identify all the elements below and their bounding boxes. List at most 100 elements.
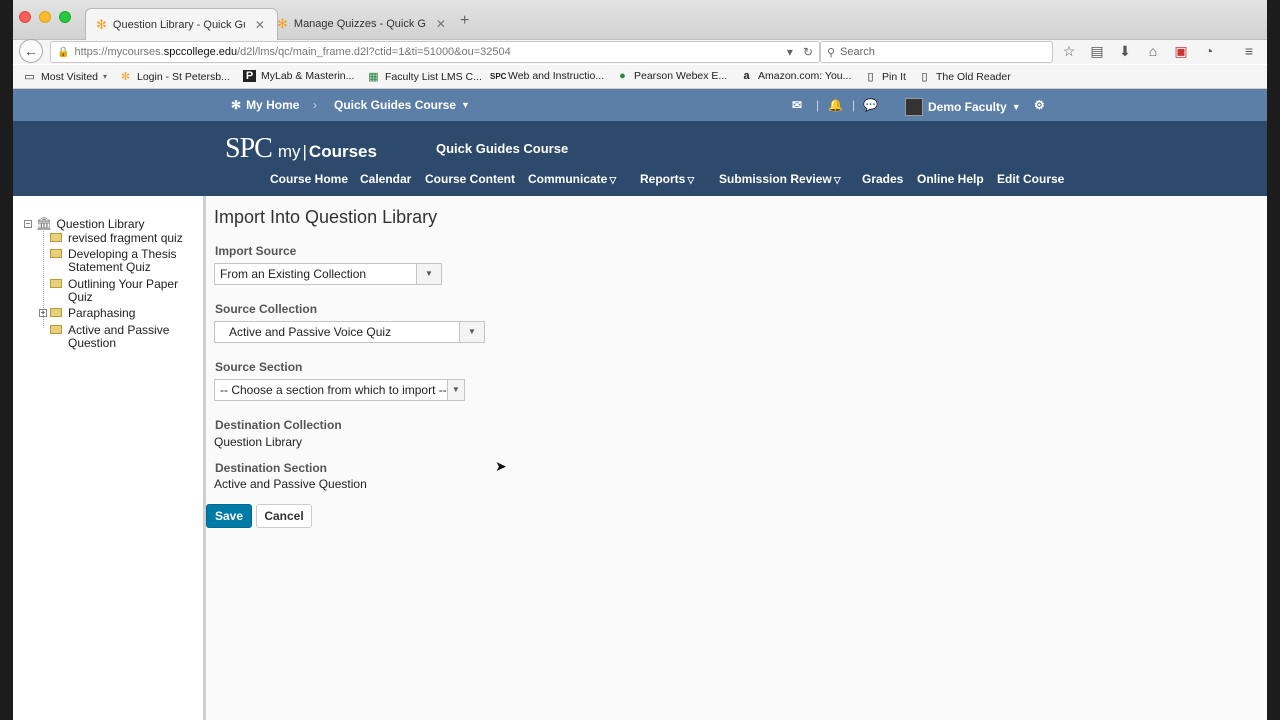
- zoom-window-button[interactable]: [59, 11, 71, 23]
- nav-communicate[interactable]: Communicate ▽: [528, 172, 616, 186]
- separator: |: [852, 98, 856, 112]
- new-tab-icon[interactable]: +: [460, 12, 469, 30]
- tree-item-revised-fragment-quiz[interactable]: revised fragment quiz: [50, 232, 200, 245]
- home-flower-icon: ✻: [231, 98, 242, 112]
- browser-window: ✻ Question Library - Quick Gu... ✕ ✻ Man…: [13, 0, 1267, 720]
- tree-item-label: Active and Passive Question: [68, 323, 170, 350]
- destination-collection-label: Destination Collection: [215, 418, 342, 432]
- nav-calendar[interactable]: Calendar: [360, 172, 411, 186]
- collapse-icon[interactable]: −: [24, 220, 32, 228]
- source-section-value: -- Choose a section from which to import…: [220, 383, 447, 397]
- reading-list-icon[interactable]: ▤: [1089, 43, 1105, 60]
- subscription-alerts-icon[interactable]: 💬: [863, 98, 878, 112]
- destination-section-label: Destination Section: [215, 461, 328, 475]
- d2l-favicon-icon: ✻: [96, 16, 107, 32]
- import-form-panel: Import Into Question Library Import Sour…: [206, 196, 1267, 720]
- bookmark-old-reader[interactable]: ▯ The Old Reader: [918, 70, 1010, 84]
- tree-root-label: Question Library: [56, 217, 145, 231]
- frame-left-edge: [0, 0, 13, 720]
- menu-icon[interactable]: ≡: [1241, 43, 1257, 60]
- nav-online-help[interactable]: Online Help: [917, 172, 984, 186]
- folder-icon: [50, 279, 62, 288]
- bookmark-pin-it[interactable]: ▯ Pin It: [864, 70, 905, 84]
- import-source-select[interactable]: From an Existing Collection ▼: [214, 263, 442, 285]
- logo-spc: SPC: [225, 133, 273, 164]
- home-icon[interactable]: ⌂: [1145, 43, 1161, 60]
- import-source-value: From an Existing Collection: [220, 267, 367, 281]
- d2l-favicon-icon: ✻: [277, 16, 288, 31]
- bookmark-most-visited[interactable]: ▭ Most Visited ▾: [23, 70, 107, 84]
- tab-manage-quizzes[interactable]: ✻ Manage Quizzes - Quick Gu... ✕: [267, 8, 458, 40]
- tree-item-paraphasing[interactable]: Paraphasing: [50, 307, 200, 320]
- tree-item-thesis-statement-quiz[interactable]: Developing a Thesis Statement Quiz: [50, 248, 200, 274]
- separator: |: [816, 98, 820, 112]
- tab-question-library[interactable]: ✻ Question Library - Quick Gu... ✕: [85, 8, 278, 40]
- save-button[interactable]: Save: [206, 504, 252, 528]
- nav-edit-course[interactable]: Edit Course: [997, 172, 1064, 186]
- bookmark-amazon[interactable]: a Amazon.com: You...: [740, 70, 851, 82]
- bookmark-mylab[interactable]: P MyLab & Masterin...: [243, 70, 354, 82]
- page-icon: ▯: [921, 71, 928, 83]
- folder-icon: [50, 233, 62, 242]
- nav-grades[interactable]: Grades: [862, 172, 903, 186]
- source-collection-select[interactable]: Active and Passive Voice Quiz ▼: [214, 321, 485, 343]
- chevron-down-icon[interactable]: ▼: [459, 322, 484, 342]
- d2l-favicon-icon: ✻: [120, 71, 131, 83]
- folder-icon: ▭: [24, 71, 35, 83]
- tree-item-label: Paraphasing: [68, 306, 136, 320]
- nav-course-home[interactable]: Course Home: [270, 172, 348, 186]
- spc-mycourses-logo[interactable]: SPC my | Courses: [225, 133, 377, 165]
- reload-icon[interactable]: ↻: [803, 45, 813, 59]
- nav-course-content[interactable]: Course Content: [425, 172, 515, 186]
- chevron-down-icon[interactable]: ▼: [446, 380, 464, 400]
- avatar: [905, 98, 923, 116]
- page-icon: ▯: [867, 71, 874, 83]
- bookmark-web-instruction[interactable]: SPC Web and Instructio...: [490, 70, 604, 82]
- logo-my: my: [277, 142, 301, 161]
- nav-submission-review[interactable]: Submission Review ▽: [719, 172, 841, 186]
- addon-icon[interactable]: ▣: [1173, 43, 1189, 60]
- pearson-icon: P: [243, 70, 256, 82]
- question-library-tree: − 🏛 Question Library revised fragment qu…: [13, 196, 203, 720]
- history-icon[interactable]: ◔: [1201, 43, 1217, 60]
- my-home-link[interactable]: ✻ My Home: [231, 98, 299, 112]
- nav-reports[interactable]: Reports ▽: [640, 172, 694, 186]
- expand-icon[interactable]: +: [39, 309, 47, 317]
- dropdown-arrow-icon[interactable]: ▾: [787, 45, 793, 59]
- tree-item-outlining-paper-quiz[interactable]: Outlining Your Paper Quiz: [50, 278, 200, 304]
- frame-right-edge: [1267, 0, 1280, 720]
- course-selector[interactable]: Quick Guides Course ▼: [334, 98, 470, 112]
- tree-item-label: Outlining Your Paper Quiz: [68, 277, 179, 304]
- minimize-window-button[interactable]: [39, 11, 51, 23]
- bookmark-faculty-list[interactable]: ▦ Faculty List LMS C...: [367, 70, 482, 84]
- update-alerts-icon[interactable]: 🔔: [828, 98, 843, 112]
- bookmark-star-icon[interactable]: ☆: [1061, 43, 1077, 60]
- back-button[interactable]: ←: [19, 39, 43, 63]
- tree-item-label: Developing a Thesis Statement Quiz: [68, 247, 177, 274]
- spreadsheet-icon: ▦: [368, 71, 379, 83]
- close-tab-icon[interactable]: ✕: [255, 18, 265, 32]
- chevron-down-icon[interactable]: ▼: [416, 264, 441, 284]
- search-icon: ⚲: [827, 46, 836, 59]
- bookmark-login[interactable]: ✻ Login - St Petersb...: [119, 70, 230, 84]
- source-section-label: Source Section: [215, 360, 303, 374]
- tab-strip: ✻ Question Library - Quick Gu... ✕ ✻ Man…: [13, 0, 1267, 40]
- tree-item-active-passive-question[interactable]: Active and Passive Question: [50, 324, 200, 350]
- tab-title: Manage Quizzes - Quick Gu...: [293, 18, 426, 30]
- logo-courses: Courses: [308, 142, 377, 161]
- logo-divider: |: [302, 142, 307, 161]
- caret-down-icon: ▽: [609, 175, 617, 185]
- cancel-button[interactable]: Cancel: [256, 504, 312, 528]
- source-section-select[interactable]: -- Choose a section from which to import…: [214, 379, 465, 401]
- download-icon[interactable]: ⬇: [1117, 43, 1133, 60]
- close-window-button[interactable]: [19, 11, 31, 23]
- destination-collection-value: Question Library: [214, 435, 303, 449]
- search-input[interactable]: ⚲ Search: [820, 41, 1053, 63]
- close-tab-icon[interactable]: ✕: [436, 17, 446, 31]
- settings-gear-icon[interactable]: ⚙: [1034, 98, 1045, 112]
- bookmark-pearson-webex[interactable]: ● Pearson Webex E...: [616, 70, 727, 82]
- message-alerts-icon[interactable]: ✉: [792, 98, 802, 112]
- bookmarks-bar: ▭ Most Visited ▾ ✻ Login - St Petersb... PM…: [13, 65, 1267, 89]
- address-bar[interactable]: 🔒 https://mycourses.spccollege.edu/d2l/l…: [50, 41, 820, 63]
- user-menu[interactable]: Demo Faculty ▼: [905, 98, 1021, 116]
